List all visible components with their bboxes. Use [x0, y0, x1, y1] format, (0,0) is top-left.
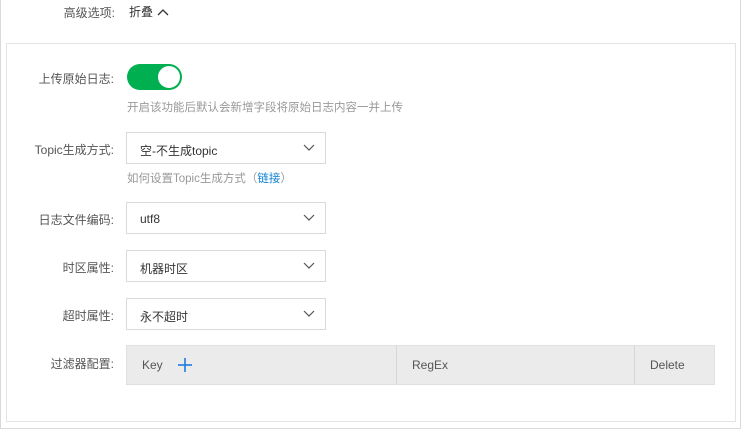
encoding-label: 日志文件编码:: [38, 213, 114, 227]
topic-mode-value: 空-不生成topic: [140, 144, 218, 158]
encoding-value: utf8: [140, 212, 161, 226]
timeout-value: 永不超时: [140, 310, 189, 324]
topic-mode-select[interactable]: 空-不生成topic: [126, 132, 326, 164]
filter-config-label: 过滤器配置:: [50, 357, 114, 371]
chevron-down-icon: [303, 262, 315, 269]
add-filter-button[interactable]: [177, 357, 193, 373]
upload-raw-log-hint: 开启该功能后默认会新增字段将原始日志内容一并上传: [127, 102, 403, 114]
filter-regex-column: RegEx: [397, 346, 635, 384]
filter-table-header: Key RegEx Delete: [126, 345, 715, 385]
chevron-down-icon: [303, 214, 315, 221]
filter-delete-header: Delete: [650, 358, 685, 372]
upload-raw-log-label: 上传原始日志:: [38, 72, 114, 86]
filter-delete-column: Delete: [635, 346, 714, 384]
upload-raw-log-switch[interactable]: [127, 64, 182, 90]
timeout-label: 超时属性:: [62, 309, 114, 323]
filter-key-column: Key: [127, 346, 397, 384]
chevron-up-icon: [157, 8, 169, 15]
advanced-options-label: 高级选项:: [63, 6, 115, 20]
topic-mode-hint: 如何设置Topic生成方式（链接）: [127, 170, 292, 186]
advanced-collapse-toggle[interactable]: 折叠: [129, 3, 169, 20]
advanced-collapse-label: 折叠: [129, 5, 154, 19]
topic-mode-hint-close: ）: [280, 173, 292, 185]
switch-knob: [158, 66, 180, 88]
chevron-down-icon: [303, 310, 315, 317]
timezone-select[interactable]: 机器时区: [126, 250, 326, 282]
timezone-label: 时区属性:: [62, 261, 114, 275]
advanced-options-row: 高级选项: 折叠: [0, 3, 741, 23]
timeout-select[interactable]: 永不超时: [126, 298, 326, 330]
filter-key-header: Key: [142, 358, 163, 372]
chevron-down-icon: [303, 144, 315, 151]
timezone-value: 机器时区: [140, 262, 189, 276]
encoding-select[interactable]: utf8: [126, 202, 326, 234]
topic-mode-label: Topic生成方式:: [34, 143, 114, 157]
filter-regex-header: RegEx: [412, 358, 449, 372]
topic-mode-help-link[interactable]: 链接: [257, 173, 280, 185]
plus-icon: [177, 358, 192, 372]
topic-mode-hint-text: 如何设置Topic生成方式（: [127, 173, 258, 185]
